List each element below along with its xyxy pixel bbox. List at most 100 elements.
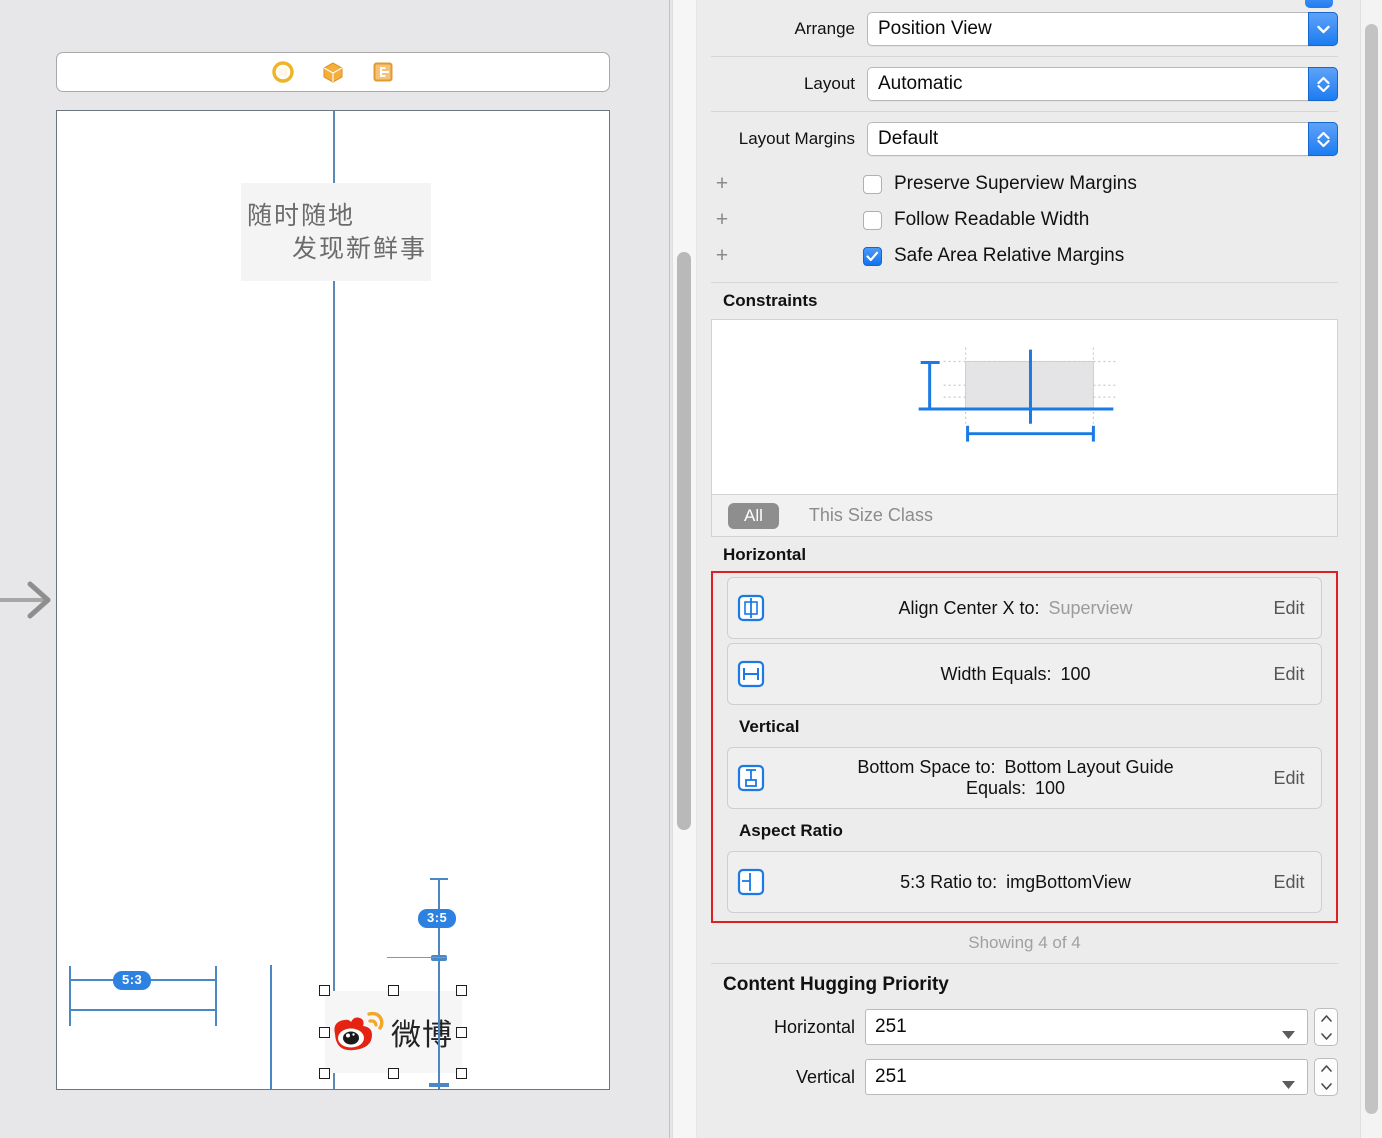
content-hugging-vertical-label: Vertical — [795, 1066, 855, 1087]
constraint-visualizer[interactable] — [711, 319, 1338, 495]
view-controller-icon[interactable] — [272, 61, 294, 83]
weibo-logo-group: 微博 — [325, 991, 462, 1073]
layout-margins-popup[interactable]: Default — [867, 122, 1338, 156]
edit-button[interactable]: Edit — [1257, 768, 1321, 789]
preserve-superview-margins-checkbox[interactable] — [863, 174, 882, 194]
constraint-list-highlight: Align Center X to: Superview Edit Width … — [711, 571, 1338, 923]
clipped-stepper-icon[interactable] — [1305, 0, 1333, 8]
constraint-label: Align Center X to: — [898, 597, 1040, 618]
arrange-popup[interactable]: Position View — [867, 12, 1338, 46]
content-hugging-horizontal-label: Horizontal — [773, 1016, 855, 1037]
content-hugging-vertical-field[interactable]: 251 — [865, 1059, 1308, 1095]
constraint-label: Width Equals: — [940, 663, 1052, 684]
edit-button[interactable]: Edit — [1257, 664, 1321, 685]
aspect-ratio-icon — [728, 868, 774, 896]
preserve-superview-margins-row[interactable]: + Preserve Superview Margins — [697, 166, 1352, 202]
safe-area-relative-margins-row[interactable]: + Safe Area Relative Margins — [697, 238, 1352, 274]
img-bottom-view[interactable]: 微博 — [319, 985, 467, 1079]
reveal-canvas-arrow-icon[interactable] — [0, 578, 56, 622]
edit-button[interactable]: Edit — [1257, 872, 1321, 893]
layout-margins-label: Layout Margins — [738, 129, 855, 148]
chevron-down-icon[interactable] — [1308, 12, 1338, 46]
layout-row[interactable]: Layout Automatic — [697, 57, 1352, 111]
constraint-row-width-equals[interactable]: Width Equals: 100 Edit — [727, 643, 1322, 705]
exit-icon[interactable] — [372, 61, 394, 83]
selection-handle[interactable] — [319, 985, 330, 996]
content-hugging-vertical-row[interactable]: Vertical 251 — [697, 1052, 1352, 1102]
canvas-scrollbar-thumb[interactable] — [677, 252, 691, 830]
anchor-foot — [429, 1083, 449, 1087]
stepper-updown-icon[interactable] — [1308, 122, 1338, 156]
bottom-space-icon — [728, 764, 774, 792]
right-anchor-line — [438, 965, 440, 1089]
stepper-updown-icon[interactable] — [1308, 67, 1338, 101]
constraint-text: Align Center X to: Superview — [774, 598, 1257, 619]
constraint-diagram-icon — [918, 347, 1116, 442]
bottom-space-line-2 — [69, 1009, 217, 1011]
constraint-value: 100 — [1060, 663, 1091, 684]
chevron-up-icon — [1320, 1064, 1332, 1072]
constraint-row-align-center-x[interactable]: Align Center X to: Superview Edit — [727, 577, 1322, 639]
constraint-value: imgBottomView — [1006, 871, 1131, 892]
edit-button[interactable]: Edit — [1257, 598, 1321, 619]
selection-handle[interactable] — [388, 1068, 399, 1079]
size-class-this-button[interactable]: This Size Class — [809, 505, 933, 526]
constraint-text: Width Equals: 100 — [774, 664, 1257, 685]
selection-handle[interactable] — [388, 985, 399, 996]
aspect-badge-vertical[interactable]: 3:5 — [418, 909, 457, 928]
selection-handle[interactable] — [456, 1027, 467, 1038]
selection-handle[interactable] — [456, 985, 467, 996]
plus-icon[interactable]: + — [711, 173, 733, 195]
content-hugging-vertical-stepper[interactable] — [1314, 1058, 1338, 1096]
weibo-wordmark: 微博 — [391, 1018, 453, 1053]
constraint-value: Bottom Layout Guide — [1004, 757, 1174, 777]
safe-area-relative-margins-checkbox[interactable] — [863, 246, 882, 266]
follow-readable-width-checkbox[interactable] — [863, 210, 882, 230]
arrange-label: Arrange — [794, 19, 855, 38]
preserve-superview-margins-label: Preserve Superview Margins — [894, 173, 1137, 194]
content-hugging-title: Content Hugging Priority — [723, 974, 949, 995]
layout-popup[interactable]: Automatic — [867, 67, 1338, 101]
triangle-down-icon[interactable] — [1282, 1073, 1295, 1095]
first-responder-icon[interactable] — [322, 61, 344, 83]
content-hugging-horizontal-value: 251 — [875, 1016, 907, 1037]
selection-handle[interactable] — [319, 1068, 330, 1079]
content-hugging-horizontal-row[interactable]: Horizontal 251 — [697, 1002, 1352, 1052]
layout-margins-row[interactable]: Layout Margins Default — [697, 112, 1352, 166]
bottom-space-cap-left — [69, 966, 71, 1026]
constraint-row-bottom-space[interactable]: Bottom Space to: Bottom Layout Guide Equ… — [727, 747, 1322, 809]
guide-cap — [430, 878, 448, 880]
canvas-pane[interactable]: 随时随地 发现新鲜事 微博 3:5 5:3 — [0, 0, 670, 1138]
content-hugging-horizontal-stepper[interactable] — [1314, 1008, 1338, 1046]
group-title-aspect-ratio: Aspect Ratio — [739, 821, 843, 840]
arrange-row[interactable]: Arrange Position View — [697, 2, 1352, 56]
follow-readable-width-label: Follow Readable Width — [894, 209, 1090, 230]
group-title-horizontal: Horizontal — [723, 545, 807, 564]
content-hugging-horizontal-field[interactable]: 251 — [865, 1009, 1308, 1045]
layout-value: Automatic — [878, 73, 963, 94]
plus-icon[interactable]: + — [711, 209, 733, 231]
safe-area-relative-margins-label: Safe Area Relative Margins — [894, 245, 1125, 266]
content-hugging-vertical-value: 251 — [875, 1066, 907, 1087]
slogan-line-1: 随时随地 — [247, 201, 356, 230]
constraint-count-label: Showing 4 of 4 — [968, 933, 1081, 952]
constraint-row-aspect-ratio[interactable]: 5:3 Ratio to: imgBottomView Edit — [727, 851, 1322, 913]
size-inspector-panel[interactable]: Arrange Position View Layout Automatic L… — [697, 0, 1382, 1138]
chevron-down-icon — [1320, 1032, 1332, 1040]
scene-dock[interactable] — [56, 52, 610, 92]
device-canvas[interactable]: 随时随地 发现新鲜事 微博 3:5 5:3 — [56, 110, 610, 1090]
size-class-filter[interactable]: All This Size Class — [711, 495, 1338, 537]
layout-label: Layout — [803, 74, 855, 93]
follow-readable-width-row[interactable]: + Follow Readable Width — [697, 202, 1352, 238]
inspector-scrollbar-thumb[interactable] — [1365, 24, 1378, 1114]
aspect-badge-horizontal[interactable]: 5:3 — [113, 971, 152, 990]
size-class-all-button[interactable]: All — [728, 502, 779, 529]
slogan-image-view[interactable]: 随时随地 发现新鲜事 — [241, 183, 431, 281]
selection-handle[interactable] — [456, 1068, 467, 1079]
triangle-down-icon[interactable] — [1282, 1023, 1295, 1045]
chevron-up-icon — [1320, 1014, 1332, 1022]
plus-icon[interactable]: + — [711, 245, 733, 267]
chevron-down-icon — [1320, 1082, 1332, 1090]
center-anchor-line — [270, 965, 272, 1089]
selection-handle[interactable] — [319, 1027, 330, 1038]
